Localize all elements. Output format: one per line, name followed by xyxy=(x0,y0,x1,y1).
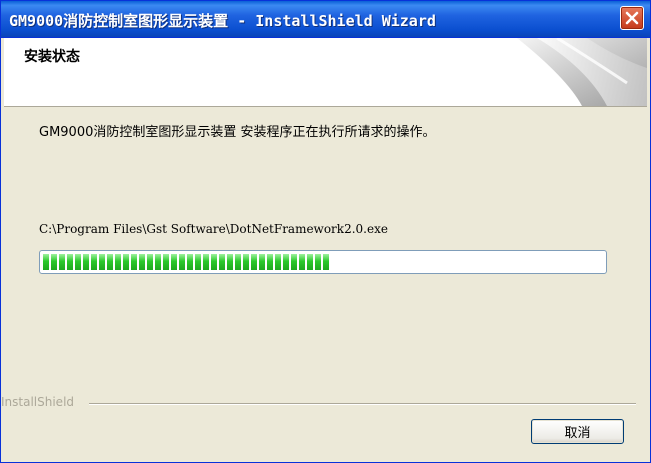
progress-segment xyxy=(195,254,201,270)
title-bar[interactable]: GM9000消防控制室图形显示装置 - InstallShield Wizard xyxy=(1,1,650,38)
progress-segment xyxy=(243,254,249,270)
progress-segment xyxy=(187,254,193,270)
page-title: 安装状态 xyxy=(24,49,80,65)
wizard-header: 安装状态 xyxy=(4,38,647,107)
wizard-header-art xyxy=(517,38,647,106)
progress-segment xyxy=(51,254,57,270)
footer-divider xyxy=(89,403,636,405)
progress-segment xyxy=(323,254,329,270)
progress-segment xyxy=(75,254,81,270)
progress-segment xyxy=(307,254,313,270)
progress-segment xyxy=(83,254,89,270)
progress-segment xyxy=(299,254,305,270)
progress-segment xyxy=(139,254,145,270)
progress-segment xyxy=(91,254,97,270)
progress-segment xyxy=(115,254,121,270)
progress-segment xyxy=(59,254,65,270)
progress-segment xyxy=(123,254,129,270)
progress-segment xyxy=(259,254,265,270)
progress-segment xyxy=(275,254,281,270)
installshield-brand: InstallShield xyxy=(1,395,75,409)
progress-segment xyxy=(171,254,177,270)
installer-window: GM9000消防控制室图形显示装置 - InstallShield Wizard… xyxy=(0,0,651,463)
progress-segment xyxy=(203,254,209,270)
window-title: GM9000消防控制室图形显示装置 - InstallShield Wizard xyxy=(9,12,436,30)
current-file-path: C:\Program Files\Gst Software\DotNetFram… xyxy=(39,222,388,236)
progress-segment xyxy=(283,254,289,270)
close-button[interactable] xyxy=(620,6,644,30)
progress-segment xyxy=(131,254,137,270)
progress-segment xyxy=(235,254,241,270)
status-message: GM9000消防控制室图形显示装置 安装程序正在执行所请求的操作。 xyxy=(39,125,436,140)
close-icon xyxy=(625,11,639,25)
cancel-button[interactable]: 取消 xyxy=(531,419,624,444)
progress-segment xyxy=(43,254,49,270)
progress-bar xyxy=(39,250,607,274)
progress-segment xyxy=(99,254,105,270)
progress-segment xyxy=(147,254,153,270)
progress-segment xyxy=(211,254,217,270)
progress-segment xyxy=(155,254,161,270)
progress-segment xyxy=(179,254,185,270)
progress-segment xyxy=(315,254,321,270)
progress-segment xyxy=(291,254,297,270)
progress-segment xyxy=(267,254,273,270)
progress-fill xyxy=(43,254,329,270)
progress-segment xyxy=(67,254,73,270)
progress-segment xyxy=(163,254,169,270)
progress-segment xyxy=(219,254,225,270)
progress-segment xyxy=(227,254,233,270)
progress-segment xyxy=(107,254,113,270)
progress-segment xyxy=(251,254,257,270)
